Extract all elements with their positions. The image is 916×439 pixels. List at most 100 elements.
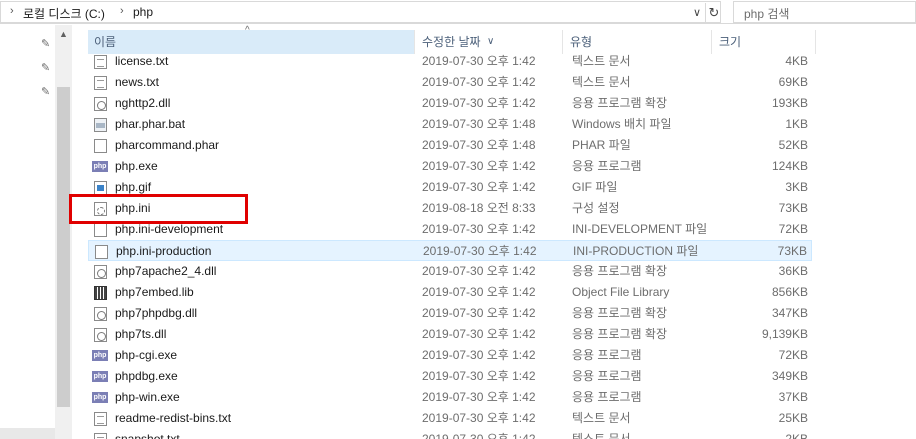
gif-file-icon bbox=[94, 181, 107, 195]
file-date: 2019-07-30 오후 1:42 bbox=[422, 390, 536, 404]
file-row[interactable]: snapshot.txt 2019-07-30 오후 1:42 텍스트 문서 2KB bbox=[88, 429, 812, 439]
file-list: license.txt 2019-07-30 오후 1:42 텍스트 문서 4KB ne… bbox=[88, 51, 816, 439]
dll-file-icon bbox=[94, 307, 107, 321]
file-name: nghttp2.dll bbox=[115, 96, 171, 110]
file-row[interactable]: phar.phar.bat 2019-07-30 오후 1:48 Windows 배… bbox=[88, 114, 812, 135]
nav-pane-bottom bbox=[0, 428, 55, 439]
file-type: 응용 프로그램 bbox=[572, 159, 642, 173]
file-type: 응용 프로그램 확장 bbox=[572, 327, 667, 341]
address-box[interactable]: › 로컬 디스크 (C:) › php ∨ ↻ bbox=[0, 1, 721, 23]
file-size: 52KB bbox=[778, 138, 808, 152]
file-size: 2KB bbox=[785, 432, 808, 439]
file-date: 2019-07-30 오후 1:42 bbox=[422, 180, 536, 194]
file-size: 347KB bbox=[771, 306, 808, 320]
file-row[interactable]: nghttp2.dll 2019-07-30 오후 1:42 응용 프로그램 확장 1… bbox=[88, 93, 812, 114]
file-size: 124KB bbox=[771, 159, 808, 173]
file-name: license.txt bbox=[115, 54, 169, 68]
file-row[interactable]: php phpdbg.exe 2019-07-30 오후 1:42 응용 프로그램 34… bbox=[88, 366, 812, 387]
breadcrumb-local-disk[interactable]: 로컬 디스크 (C:) bbox=[23, 5, 105, 22]
file-size: 73KB bbox=[777, 244, 807, 258]
doc-file-icon bbox=[94, 412, 107, 426]
nav-scrollbar[interactable]: ▲ bbox=[55, 25, 72, 439]
address-bar: › 로컬 디스크 (C:) › php ∨ ↻ php 검색 bbox=[0, 0, 916, 24]
pin-icon[interactable]: ✎ bbox=[41, 61, 50, 74]
file-size: 69KB bbox=[778, 75, 808, 89]
file-name: php7embed.lib bbox=[115, 285, 194, 299]
file-date: 2019-07-30 오후 1:42 bbox=[422, 96, 536, 110]
php-file-icon: php bbox=[92, 350, 108, 361]
plain-file-icon bbox=[95, 245, 108, 259]
file-name: php.ini-production bbox=[116, 244, 212, 258]
file-row[interactable]: license.txt 2019-07-30 오후 1:42 텍스트 문서 4KB bbox=[88, 51, 812, 72]
file-row[interactable]: php php.exe 2019-07-30 오후 1:42 응용 프로그램 124KB bbox=[88, 156, 812, 177]
plain-file-icon bbox=[94, 139, 107, 153]
file-type: PHAR 파일 bbox=[572, 138, 631, 152]
chevron-right-icon[interactable]: › bbox=[10, 5, 14, 17]
file-size: 3KB bbox=[785, 180, 808, 194]
file-type: INI-DEVELOPMENT 파일 bbox=[572, 222, 708, 236]
file-type: 구성 설정 bbox=[572, 201, 620, 215]
file-row[interactable]: php.ini-production 2019-07-30 오후 1:42 INI-… bbox=[88, 240, 812, 261]
file-date: 2019-07-30 오후 1:42 bbox=[422, 159, 536, 173]
refresh-icon[interactable]: ↻ bbox=[705, 3, 722, 23]
file-date: 2019-07-30 오후 1:42 bbox=[422, 264, 536, 278]
file-size: 856KB bbox=[771, 285, 808, 299]
pin-icon[interactable]: ✎ bbox=[41, 37, 50, 50]
search-input[interactable]: php 검색 bbox=[744, 5, 789, 22]
file-size: 36KB bbox=[778, 264, 808, 278]
file-size: 25KB bbox=[778, 411, 808, 425]
file-date: 2019-07-30 오후 1:42 bbox=[422, 369, 536, 383]
file-row[interactable]: php php-cgi.exe 2019-07-30 오후 1:42 응용 프로그램 7… bbox=[88, 345, 812, 366]
search-box[interactable]: php 검색 bbox=[733, 1, 916, 23]
chevron-down-icon[interactable]: ∨ bbox=[689, 3, 705, 23]
php-file-icon: php bbox=[92, 371, 108, 382]
file-size: 9,139KB bbox=[761, 327, 808, 341]
file-name: pharcommand.phar bbox=[115, 138, 220, 152]
file-name: php7phpdbg.dll bbox=[115, 306, 198, 320]
file-size: 73KB bbox=[778, 201, 808, 215]
file-date: 2019-07-30 오후 1:42 bbox=[423, 244, 537, 258]
file-name: snapshot.txt bbox=[115, 432, 180, 439]
php-file-icon: php bbox=[92, 392, 108, 403]
doc-file-icon bbox=[94, 76, 107, 90]
breadcrumb-php[interactable]: php bbox=[133, 5, 153, 19]
file-type: 응용 프로그램 bbox=[572, 369, 642, 383]
file-size: 4KB bbox=[785, 54, 808, 68]
file-date: 2019-07-30 오후 1:42 bbox=[422, 348, 536, 362]
file-size: 72KB bbox=[778, 348, 808, 362]
file-row[interactable]: php7ts.dll 2019-07-30 오후 1:42 응용 프로그램 확장 9,… bbox=[88, 324, 812, 345]
file-name: readme-redist-bins.txt bbox=[115, 411, 232, 425]
file-type: GIF 파일 bbox=[572, 180, 618, 194]
file-date: 2019-07-30 오후 1:48 bbox=[422, 138, 536, 152]
file-date: 2019-07-30 오후 1:42 bbox=[422, 306, 536, 320]
file-type: 텍스트 문서 bbox=[572, 411, 631, 425]
file-date: 2019-07-30 오후 1:42 bbox=[422, 222, 536, 236]
file-type: 응용 프로그램 확장 bbox=[572, 306, 667, 320]
file-type: INI-PRODUCTION 파일 bbox=[573, 244, 699, 258]
file-date: 2019-07-30 오후 1:42 bbox=[422, 285, 536, 299]
nav-scrollbar-thumb[interactable] bbox=[57, 87, 70, 407]
file-row[interactable]: php7phpdbg.dll 2019-07-30 오후 1:42 응용 프로그램 … bbox=[88, 303, 812, 324]
file-name: news.txt bbox=[115, 75, 160, 89]
dll-file-icon bbox=[94, 265, 107, 279]
file-row[interactable]: php7apache2_4.dll 2019-07-30 오후 1:42 응용 프로… bbox=[88, 261, 812, 282]
chevron-right-icon[interactable]: › bbox=[120, 5, 124, 17]
file-date: 2019-07-30 오후 1:42 bbox=[422, 75, 536, 89]
file-type: 응용 프로그램 bbox=[572, 390, 642, 404]
plain-file-icon bbox=[94, 223, 107, 237]
file-row[interactable]: php7embed.lib 2019-07-30 오후 1:42 Object Fi… bbox=[88, 282, 812, 303]
file-size: 1KB bbox=[785, 117, 808, 131]
scroll-up-icon[interactable]: ▲ bbox=[55, 29, 72, 39]
file-row[interactable]: pharcommand.phar 2019-07-30 오후 1:48 PHAR 파… bbox=[88, 135, 812, 156]
file-name: php7ts.dll bbox=[115, 327, 167, 341]
file-row[interactable]: readme-redist-bins.txt 2019-07-30 오후 1:42… bbox=[88, 408, 812, 429]
pin-icon[interactable]: ✎ bbox=[41, 85, 50, 98]
file-date: 2019-07-30 오후 1:42 bbox=[422, 432, 536, 439]
file-type: Object File Library bbox=[572, 285, 670, 299]
file-row[interactable]: news.txt 2019-07-30 오후 1:42 텍스트 문서 69KB bbox=[88, 72, 812, 93]
file-row[interactable]: php php-win.exe 2019-07-30 오후 1:42 응용 프로그램 3… bbox=[88, 387, 812, 408]
bat-file-icon bbox=[94, 118, 107, 132]
file-date: 2019-07-30 오후 1:42 bbox=[422, 411, 536, 425]
doc-file-icon bbox=[94, 433, 107, 439]
file-size: 349KB bbox=[771, 369, 808, 383]
